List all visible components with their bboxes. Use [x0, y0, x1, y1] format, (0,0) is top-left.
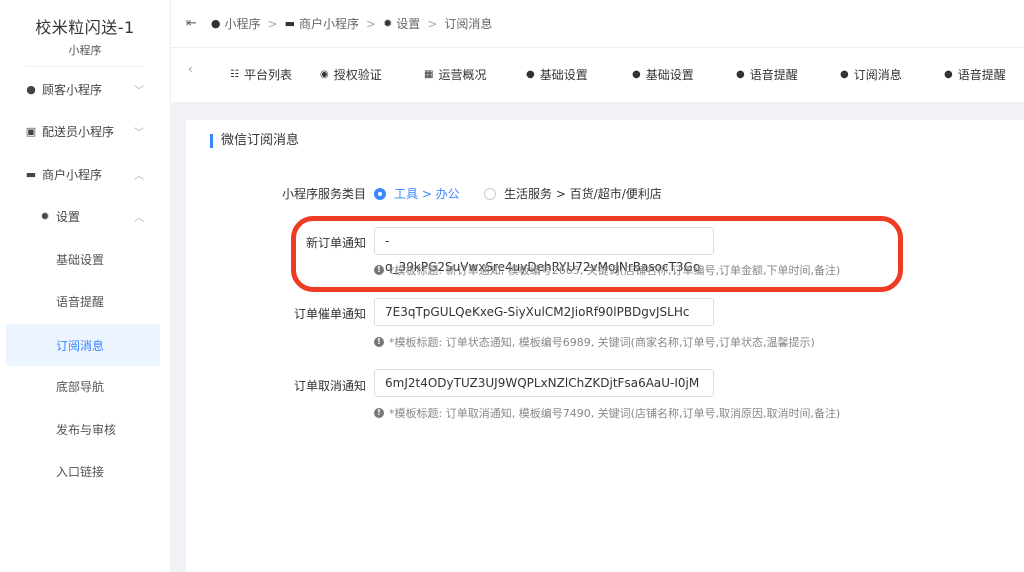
order-cancel-template-input[interactable]: 6mJ2t4ODyTUZ3UJ9WQPLxNZlChZKDjtFsa6AaU-I…: [374, 369, 714, 397]
gear-icon: ✹: [40, 209, 50, 223]
tab-label: 平台列表: [243, 68, 292, 82]
sidebar: 校米粒闪送-1 小程序 ● 顾客小程序 ﹀ ▣ 配送员小程序 ﹀ ▬ 商户小程序…: [0, 0, 171, 572]
tab-voice-reminder-1[interactable]: ● 语音提醒: [736, 66, 798, 83]
sidebar-item-label: 顾客小程序: [42, 82, 103, 97]
wechat-icon: ●: [210, 17, 221, 30]
info-icon: !: [374, 408, 384, 418]
brand-title: 校米粒闪送-1: [35, 18, 135, 37]
sidebar-subitem-basic-settings[interactable]: 基础设置: [0, 242, 170, 276]
order-urge-hint: ! *模板标题: 订单状态通知, 模板编号6989, 关键词(商家名称,订单号,…: [374, 334, 815, 350]
sidebar-item-courier-app[interactable]: ▣ 配送员小程序 ﹀: [0, 114, 170, 148]
gear-icon: ✹: [383, 17, 393, 30]
hint-text: *模板标题: 订单状态通知, 模板编号6989, 关键词(商家名称,订单号,订单…: [389, 336, 815, 349]
tab-subscribe-message[interactable]: ● 订阅消息: [840, 66, 902, 83]
order-cancel-label: 订单取消通知: [293, 379, 366, 393]
brand-subtitle: 小程序: [26, 42, 144, 67]
sidebar-subitem-publish-review[interactable]: 发布与审核: [0, 412, 170, 446]
breadcrumb-item[interactable]: 设置: [396, 15, 420, 32]
chevron-up-icon: ︿: [134, 170, 144, 182]
tab-platform-list[interactable]: ☷ 平台列表: [230, 66, 292, 83]
chevron-up-icon: ︿: [134, 212, 144, 224]
hint-text: *模板标题: 订单取消通知, 模板编号7490, 关键词(店铺名称,订单号,取消…: [389, 407, 841, 420]
breadcrumb-separator: >: [427, 16, 438, 31]
breadcrumb-item[interactable]: 商户小程序: [299, 15, 359, 32]
tab-label: 运营概况: [438, 68, 487, 82]
highlight-annotation: [291, 216, 903, 292]
account-circle-icon: ●: [26, 82, 36, 96]
sidebar-subitem-entry-link[interactable]: 入口链接: [0, 454, 170, 488]
tab-voice-reminder-2[interactable]: ● 语音提醒: [944, 66, 1006, 83]
sidebar-item-label: 配送员小程序: [42, 124, 115, 139]
store-icon: ▬: [25, 167, 37, 181]
breadcrumb: ● 小程序 > ▬ 商户小程序 > ✹ 设置 > 订阅消息: [211, 15, 492, 32]
chevron-left-icon[interactable]: ‹: [188, 62, 193, 76]
brand: 校米粒闪送-1 小程序: [0, 0, 170, 67]
order-urge-template-input[interactable]: 7E3qTpGULQeKxeG-SiyXulCM2JioRf90lPBDgvJS…: [374, 298, 714, 326]
breadcrumb-item[interactable]: 小程序: [225, 15, 261, 32]
section-title: 微信订阅消息: [210, 134, 299, 148]
wechat-icon: ●: [526, 69, 535, 80]
delivery-icon: ▣: [25, 124, 37, 138]
tab-operation-overview[interactable]: ▦ 运营概况: [424, 66, 486, 83]
breadcrumb-separator: >: [366, 16, 377, 31]
wechat-icon: ●: [944, 69, 953, 80]
order-urge-label: 订单催单通知: [293, 307, 366, 321]
sidebar-subitem-subscribe-message[interactable]: 订阅消息: [6, 324, 160, 366]
radio-unchecked-icon: [484, 187, 496, 200]
category-radio-life-service[interactable]: 生活服务 > 百货/超市/便利店: [484, 185, 662, 202]
radio-label: 生活服务 > 百货/超市/便利店: [504, 187, 662, 201]
radio-label: 工具 > 办公: [394, 187, 460, 201]
radio-checked-icon: [374, 187, 386, 200]
chevron-down-icon: ﹀: [134, 127, 144, 139]
sidebar-item-label: 商户小程序: [42, 167, 103, 182]
order-cancel-hint: ! *模板标题: 订单取消通知, 模板编号7490, 关键词(店铺名称,订单号,…: [374, 405, 840, 421]
wechat-icon: ●: [840, 69, 849, 80]
sidebar-item-settings[interactable]: ✹ 设置 ︿: [0, 199, 170, 233]
tab-label: 订阅消息: [853, 68, 902, 82]
info-icon: !: [374, 337, 384, 347]
category-radio-tools-office[interactable]: 工具 > 办公: [374, 185, 460, 202]
tab-bar: ‹ ☷ 平台列表 ◉ 授权验证 ▦ 运营概况 ● 基础设置 ● 基础设置 ● 语…: [170, 48, 1024, 102]
tab-label: 基础设置: [645, 68, 694, 82]
breadcrumb-item: 订阅消息: [444, 17, 493, 31]
sidebar-subitem-bottom-nav[interactable]: 底部导航: [0, 369, 170, 403]
tab-label: 授权验证: [333, 68, 382, 82]
tab-label: 语音提醒: [957, 68, 1006, 82]
tab-basic-settings-2[interactable]: ● 基础设置: [632, 66, 694, 83]
tab-auth-verify[interactable]: ◉ 授权验证: [320, 66, 382, 83]
sidebar-subitem-voice-reminder[interactable]: 语音提醒: [0, 284, 170, 318]
chevron-down-icon: ﹀: [134, 85, 144, 97]
wechat-icon: ●: [736, 69, 745, 80]
tab-label: 语音提醒: [749, 68, 798, 82]
category-label: 小程序服务类目: [281, 187, 366, 201]
tab-basic-settings-1[interactable]: ● 基础设置: [526, 66, 588, 83]
sidebar-item-customer-app[interactable]: ● 顾客小程序 ﹀: [0, 72, 170, 106]
list-icon: ☷: [230, 69, 239, 80]
tab-label: 基础设置: [539, 68, 588, 82]
store-icon: ▬: [284, 17, 295, 30]
wechat-icon: ●: [632, 69, 641, 80]
grid-icon: ▦: [424, 69, 434, 80]
verify-icon: ◉: [320, 69, 329, 80]
breadcrumb-separator: >: [267, 16, 278, 31]
breadcrumb-bar: ⇤ ● 小程序 > ▬ 商户小程序 > ✹ 设置 > 订阅消息: [170, 0, 1024, 48]
menu-fold-icon[interactable]: ⇤: [186, 16, 197, 31]
sidebar-item-label: 设置: [56, 209, 81, 224]
sidebar-item-merchant-app[interactable]: ▬ 商户小程序 ︿: [0, 157, 170, 191]
